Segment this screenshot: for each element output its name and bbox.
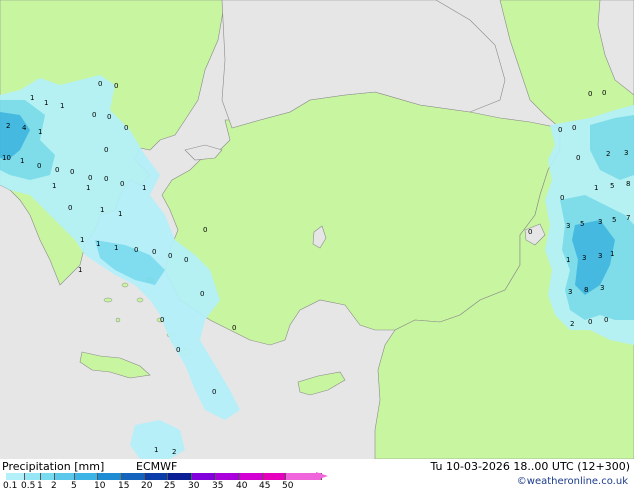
- precip-value: 3: [582, 254, 586, 262]
- precip-value: 0: [576, 154, 580, 162]
- precip-value: 3: [598, 252, 602, 260]
- precip-value: 0: [588, 318, 592, 326]
- precip-value: 0: [107, 113, 111, 121]
- precip-value: 0: [528, 228, 532, 236]
- precip-value: 1: [594, 184, 598, 192]
- precip-value: 1: [86, 184, 90, 192]
- precip-value: 3: [600, 284, 604, 292]
- precip-value: 1: [142, 184, 146, 192]
- precip-value: 2: [606, 150, 610, 158]
- precip-value: 0: [203, 226, 207, 234]
- precip-value: 5: [610, 182, 614, 190]
- precip-value: 0: [152, 248, 156, 256]
- precip-value: 1: [38, 128, 42, 136]
- precip-value: 5: [612, 216, 616, 224]
- precip-value: 0: [120, 180, 124, 188]
- precip-value: 3: [624, 149, 628, 157]
- precip-value: 0: [200, 290, 204, 298]
- precip-value: 0: [168, 252, 172, 260]
- precip-value: 2: [570, 320, 574, 328]
- precip-value: 0: [176, 346, 180, 354]
- precip-value: 0: [212, 388, 216, 396]
- precip-value: 7: [626, 214, 630, 222]
- precip-value: 1: [44, 99, 48, 107]
- precip-value: 0: [572, 124, 576, 132]
- precip-value: 0: [104, 175, 108, 183]
- precip-value: 1: [118, 210, 122, 218]
- precip-value: 1: [30, 94, 34, 102]
- precip-value: 1: [78, 266, 82, 274]
- precip-value: 0: [68, 204, 72, 212]
- precip-value: 3: [568, 288, 572, 296]
- precip-value: 3: [598, 218, 602, 226]
- precip-value: 0: [37, 162, 41, 170]
- precip-value: 1: [114, 244, 118, 252]
- precip-value: 2: [6, 122, 10, 130]
- precip-value: 1: [52, 182, 56, 190]
- precip-value: 0: [588, 90, 592, 98]
- color-scale-ticks: 0.1 0.5 1 2 5 10 15 20 25 30 35 40 45 50: [0, 461, 420, 491]
- precip-value: 0: [88, 174, 92, 182]
- precip-value: 0: [92, 111, 96, 119]
- precip-value: 1: [100, 206, 104, 214]
- precip-value: 1: [154, 446, 158, 454]
- precip-value: 5: [580, 220, 584, 228]
- precip-value: 0: [70, 168, 74, 176]
- precip-value: 0: [55, 166, 59, 174]
- precip-value: 0: [604, 316, 608, 324]
- precip-value: 0: [602, 89, 606, 97]
- precip-value: 1: [566, 256, 570, 264]
- precip-value: 0: [134, 246, 138, 254]
- precip-value: 1: [96, 240, 100, 248]
- precip-value: 8: [584, 286, 588, 294]
- precip-value: 0: [558, 126, 562, 134]
- precip-value: 2: [172, 448, 176, 456]
- precip-value: 0: [560, 194, 564, 202]
- precip-value: 10: [2, 154, 11, 162]
- precip-value: 1: [80, 236, 84, 244]
- precip-value: 3: [566, 222, 570, 230]
- precip-value: 0: [104, 146, 108, 154]
- precip-value: 1: [60, 102, 64, 110]
- valid-time: Tu 10-03-2026 18..00 UTC (12+300): [430, 460, 630, 473]
- precip-value: 4: [22, 124, 27, 132]
- precipitation-map[interactable]: 0 0 1 1 1 2 4 1 10 1 0 0 0 0 0 0 0 0 0 1…: [0, 0, 634, 460]
- precip-value: 1: [610, 250, 614, 258]
- precip-value: 0: [114, 82, 118, 90]
- precip-value: 0: [160, 316, 164, 324]
- precip-value: 0: [184, 256, 188, 264]
- precip-value: 1: [20, 157, 24, 165]
- copyright-credit[interactable]: ©weatheronline.co.uk: [517, 476, 628, 487]
- precip-value: 0: [124, 124, 128, 132]
- precip-value: 8: [626, 180, 630, 188]
- precip-value: 0: [232, 324, 236, 332]
- precip-value: 0: [98, 80, 102, 88]
